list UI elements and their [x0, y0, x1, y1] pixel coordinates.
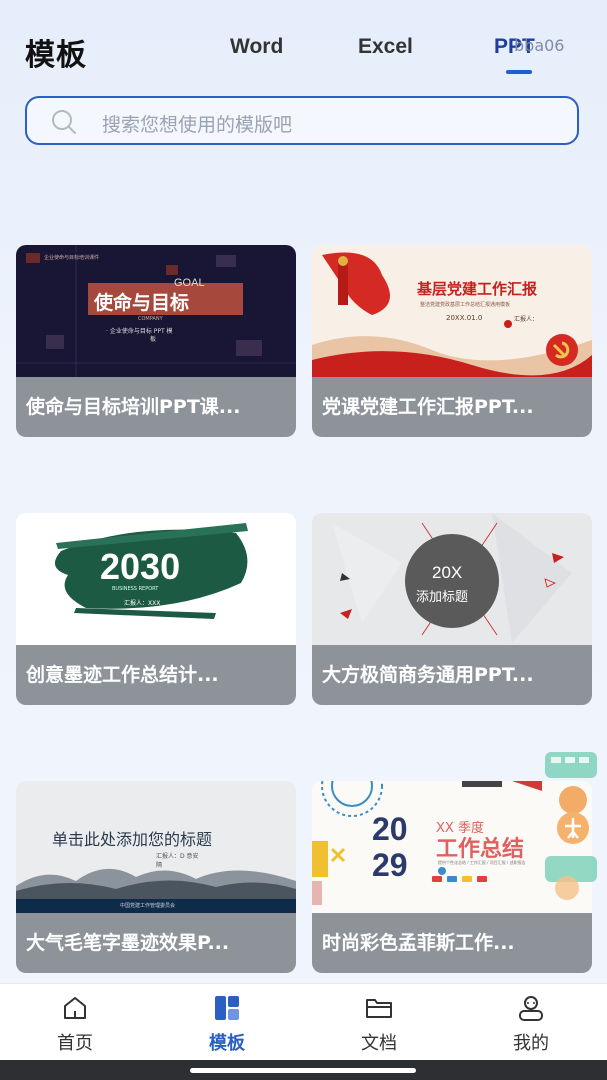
- template-icon: [215, 996, 239, 1020]
- template-card[interactable]: 20X 添加标题 大方极简商务通用PPT...: [312, 513, 592, 705]
- thumb-subtitle: 提供个性化总结 / 工作汇报 / 项目汇报 / 述职报告: [438, 860, 526, 865]
- watermark-text: bba06: [514, 36, 565, 55]
- home-icon: [64, 997, 86, 1019]
- tab-word[interactable]: Word: [230, 35, 283, 59]
- nav-templates[interactable]: 模板: [177, 984, 277, 1061]
- template-card[interactable]: 2030 BUSINESS REPORT 汇报人：XXX 创意墨迹工作总结计..…: [16, 513, 296, 705]
- system-home-bar: [0, 1060, 607, 1080]
- thumb-subtitle: · 企业使命与目标 PPT 模: [106, 328, 173, 335]
- page-title: 模板: [25, 38, 87, 73]
- header: 模板 Word Excel PPT bba06: [0, 0, 607, 90]
- template-thumbnail: 企业使命与目标培训课件 GOAL 使命与目标 COMPANY · 企业使命与目标…: [16, 245, 296, 377]
- template-title: 创意墨迹工作总结计...: [16, 645, 296, 705]
- thumb-company: COMPANY: [138, 316, 163, 322]
- thumb-subtitle-2: 板: [150, 336, 157, 343]
- home-indicator[interactable]: [190, 1068, 416, 1073]
- thumb-heading: 2030: [100, 546, 181, 587]
- tab-excel[interactable]: Excel: [358, 35, 413, 59]
- thumb-subtitle: 整洁党建党政基层工作总结汇报通用模板: [420, 302, 511, 308]
- template-title: 时尚彩色孟菲斯工作...: [312, 913, 592, 973]
- bottom-nav: 首页 模板 文档 我的: [0, 983, 607, 1061]
- template-thumbnail: 2030 BUSINESS REPORT 汇报人：XXX: [16, 513, 296, 645]
- template-title: 大方极简商务通用PPT...: [312, 645, 592, 705]
- template-title: 党课党建工作汇报PPT...: [312, 377, 592, 437]
- nav-profile-label: 我的: [513, 1033, 549, 1054]
- template-thumbnail: 单击此处添加您的标题 汇报人：D 意安 隔 中国党建工作管理委员会: [16, 781, 296, 913]
- thumb-heading: 基层党建工作汇报: [417, 280, 538, 298]
- thumb-year: 20X: [432, 563, 463, 582]
- template-card[interactable]: 单击此处添加您的标题 汇报人：D 意安 隔 中国党建工作管理委员会 大气毛笔字墨…: [16, 781, 296, 973]
- thumb-heading: 添加标题: [416, 590, 469, 605]
- thumb-year-bottom: 29: [372, 847, 408, 883]
- thumb-reporter: 汇报人：XXX: [124, 600, 161, 607]
- thumb-heading: 单击此处添加您的标题: [52, 830, 213, 849]
- thumb-reporter: 汇报人：: [514, 316, 539, 323]
- thumb-reporter-2: 隔: [156, 862, 163, 869]
- thumb-eyebrow: 企业使命与目标培训课件: [44, 255, 100, 261]
- tab-active-indicator: [506, 70, 532, 74]
- floating-assistant-widget[interactable]: [543, 748, 601, 908]
- thumb-footer: 中国党建工作管理委员会: [120, 903, 176, 909]
- template-thumbnail: 基层党建工作汇报 整洁党建党政基层工作总结汇报通用模板 20XX.01.0 汇报…: [312, 245, 592, 377]
- template-card[interactable]: 企业使命与目标培训课件 GOAL 使命与目标 COMPANY · 企业使命与目标…: [16, 245, 296, 437]
- folder-icon: [366, 999, 392, 1018]
- thumb-year-top: 20: [372, 811, 408, 847]
- profile-icon: [519, 996, 543, 1021]
- nav-documents-label: 文档: [361, 1033, 397, 1054]
- template-title: 使命与目标培训PPT课...: [16, 377, 296, 437]
- template-title: 大气毛笔字墨迹效果P...: [16, 913, 296, 973]
- thumb-heading: 工作总结: [436, 837, 525, 862]
- nav-home[interactable]: 首页: [25, 984, 125, 1061]
- thumb-subtitle: BUSINESS REPORT: [112, 586, 159, 592]
- nav-home-label: 首页: [57, 1033, 93, 1054]
- thumb-reporter: 汇报人：D 意安: [156, 853, 199, 860]
- template-thumbnail: 20X 添加标题: [312, 513, 592, 645]
- nav-profile[interactable]: 我的: [481, 984, 581, 1061]
- nav-documents[interactable]: 文档: [329, 984, 429, 1061]
- search-input[interactable]: 搜索您想使用的模版吧: [102, 110, 292, 137]
- thumb-date: 20XX.01.0: [446, 314, 483, 322]
- template-card[interactable]: 基层党建工作汇报 整洁党建党政基层工作总结汇报通用模板 20XX.01.0 汇报…: [312, 245, 592, 437]
- thumb-heading: 使命与目标: [94, 292, 190, 314]
- nav-templates-label: 模板: [209, 1033, 245, 1054]
- search-bar[interactable]: 搜索您想使用的模版吧: [25, 96, 579, 145]
- search-icon: [52, 110, 76, 134]
